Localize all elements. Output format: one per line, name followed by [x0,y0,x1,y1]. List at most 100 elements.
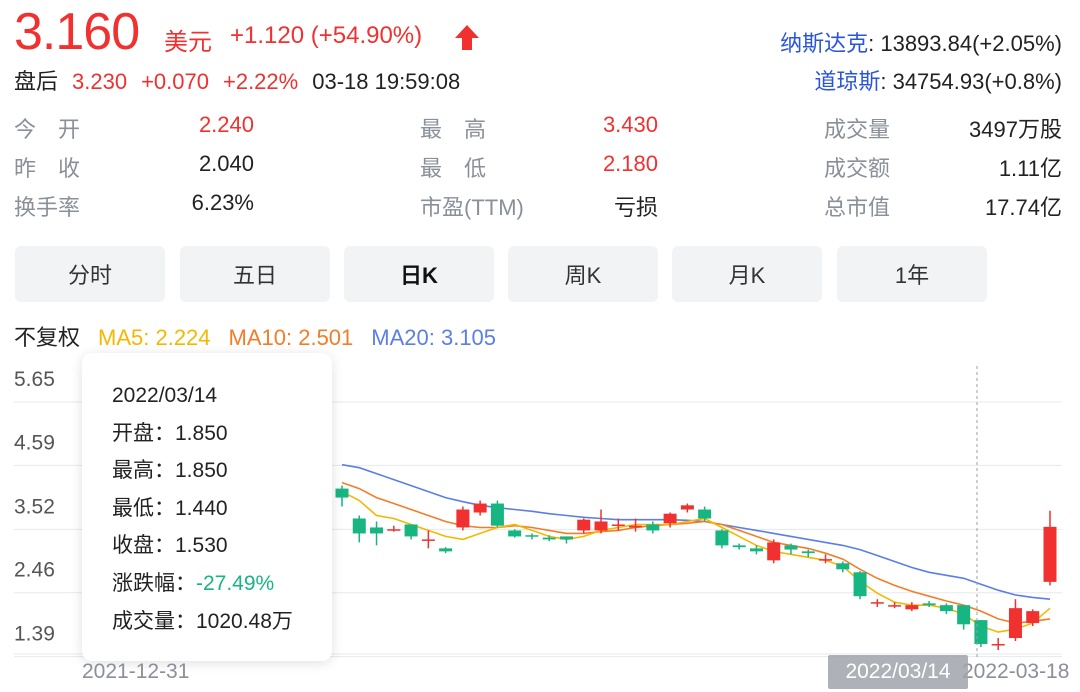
axis-date-end: 2022-03-18 [962,660,1070,683]
candle-body [663,513,677,524]
candle-body [870,602,884,604]
candle-body [1043,526,1057,582]
candle-body [974,620,988,645]
candle-body [456,509,470,528]
candle-tooltip: 2022/03/14 开盘：1.850 最高：1.850 最低：1.440 收盘… [82,353,332,661]
candle-body [421,539,435,541]
tab-monthly-k[interactable]: 月K [672,246,822,302]
nasdaq-index[interactable]: 纳斯达克: 13893.84(+2.05%) [780,26,1062,58]
candle-body [957,605,971,625]
candle-body [732,545,746,548]
nasdaq-value: : 13893.84(+2.05%) [868,31,1062,56]
candle-body [922,603,936,606]
stat-label-volume: 成交量 [824,117,891,142]
stat-value-prev-close: 2.040 [198,151,254,176]
ma-legend: 不复权 MA5: 2.224 MA10: 2.501 MA20: 3.105 [14,320,514,352]
nasdaq-name: 纳斯达克 [780,31,869,56]
stat-value-turnover: 6.23% [191,190,254,215]
last-price: 3.160 [14,3,140,61]
adjust-mode[interactable]: 不复权 [14,325,80,350]
after-hours-price: 3.230 [72,69,128,94]
candle-body [905,605,919,610]
tooltip-volume: 成交量：1020.48万 [112,609,293,633]
tab-five-day[interactable]: 五日 [180,246,330,302]
after-hours-change: +0.070 [141,69,209,94]
up-arrow-icon [452,22,482,57]
candle-body [715,530,729,546]
axis-hover-date: 2022/03/14 [828,655,968,689]
stat-value-pe: 亏损 [613,195,658,220]
after-hours-pct: +2.22% [222,69,299,94]
tooltip-open: 开盘：1.850 [112,421,228,445]
tooltip-change: 涨跌幅：-27.49% [112,565,332,603]
candle-body [577,519,591,531]
candle-body [508,530,522,537]
candle-body [939,605,953,612]
stat-value-low: 2.180 [602,151,658,176]
stat-label-high: 最 高 [420,117,487,142]
dow-name: 道琼斯 [814,69,881,94]
candle-body [629,525,643,528]
tooltip-close: 收盘：1.530 [112,534,228,558]
tooltip-high: 最高：1.850 [112,459,228,483]
ma20-legend: MA20: 3.105 [371,325,497,350]
y-tick-label: 1.39 [14,623,55,646]
candle-body [370,527,384,534]
stat-value-open: 2.240 [198,112,254,137]
stat-value-market-cap: 17.74亿 [984,195,1062,220]
candle-body [473,503,487,513]
candle-body [836,563,850,570]
y-tick-label: 5.65 [14,368,55,391]
candle-body [888,605,902,607]
currency-label: 美元 [164,29,212,56]
stat-label-turnover: 换手率 [14,195,81,220]
ma20-line [341,463,1051,600]
candle-body [387,529,401,531]
stat-value-volume: 3497万股 [969,117,1062,142]
tooltip-change-label: 涨跌幅： [112,571,196,595]
stat-label-market-cap: 总市值 [824,195,891,220]
candle-body [335,488,349,498]
axis-date-start: 2021-12-31 [82,660,190,683]
candle-body [698,509,712,519]
after-hours-row: 盘后 3.230 +0.070 +2.22% 03-18 19:59:08 [14,64,474,96]
tab-one-year[interactable]: 1年 [837,246,987,302]
stat-label-prev-close: 昨 收 [14,156,81,181]
candle-body [1026,611,1040,624]
ma5-legend: MA5: 2.224 [98,325,211,350]
stat-value-high: 3.430 [602,112,658,137]
tooltip-change-value: -27.49% [196,571,275,595]
stat-label-open: 今 开 [14,117,81,142]
tab-weekly-k[interactable]: 周K [508,246,658,302]
candle-body [646,524,660,531]
candle-body [525,535,539,537]
candle-body [542,537,556,540]
candle-body [784,545,798,550]
candle-body [490,503,504,526]
candle-body [439,548,453,552]
price-change: +1.120 (+54.90%) [230,22,423,49]
candle-body [680,505,694,510]
candle-body [559,536,573,540]
candle-body [767,542,781,561]
tooltip-date: 2022/03/14 [112,384,218,407]
tab-daily-k[interactable]: 日K [344,246,494,302]
candle-body [819,559,833,561]
candle-body [352,518,366,534]
after-hours-time: 03-18 19:59:08 [312,69,461,94]
candle-body [594,521,608,531]
stat-value-amount: 1.11亿 [998,156,1062,181]
y-tick-label: 4.59 [14,431,55,454]
dow-index[interactable]: 道琼斯: 34754.93(+0.8%) [814,64,1062,96]
candle-body [749,548,763,552]
candle-body [991,644,1005,646]
y-tick-label: 3.52 [14,495,55,518]
after-hours-label: 盘后 [14,69,59,94]
ma10-line [341,481,1051,624]
candle-body [801,551,815,554]
candle-body [853,572,867,597]
tooltip-low: 最低：1.440 [112,496,228,520]
ma10-legend: MA10: 2.501 [228,325,354,350]
stat-label-low: 最 低 [420,156,487,181]
tab-intraday[interactable]: 分时 [15,246,165,302]
